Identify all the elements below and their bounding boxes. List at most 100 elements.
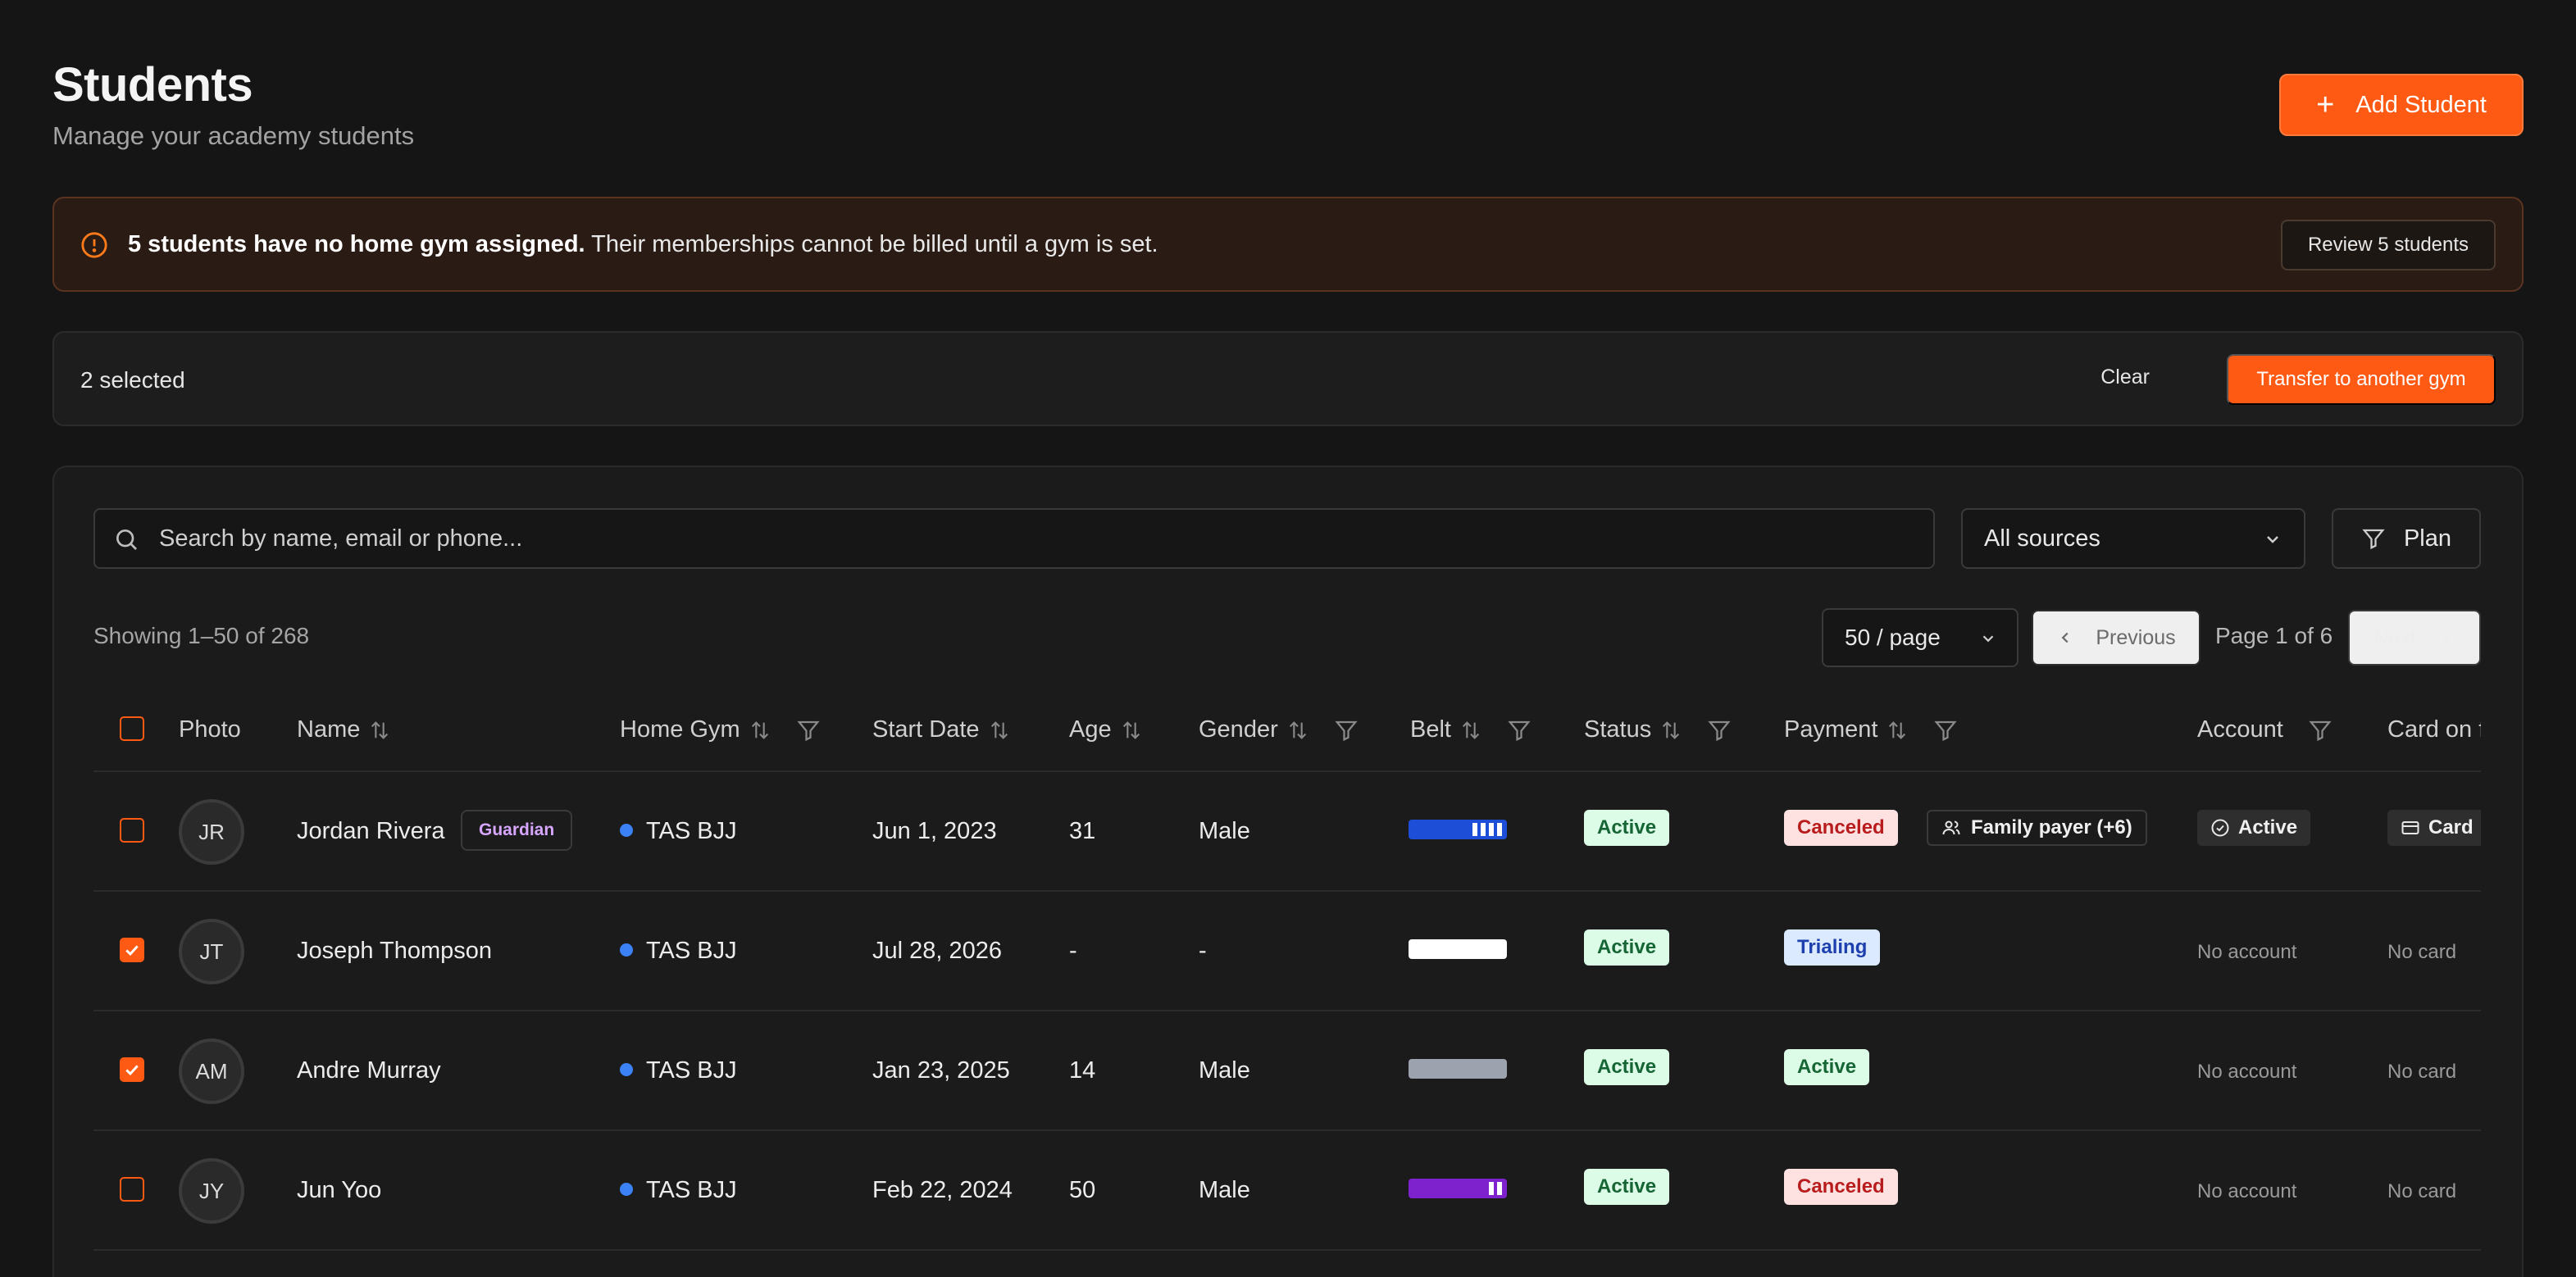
filter-icon[interactable] — [2308, 718, 2333, 743]
source-select[interactable]: All sources — [1961, 508, 2305, 569]
sort-icon[interactable] — [1886, 719, 1909, 742]
filter-icon[interactable] — [1707, 718, 1732, 743]
search-box — [93, 508, 1935, 569]
page-size-select[interactable]: 50 / page — [1822, 608, 2018, 667]
column-age-label: Age — [1069, 716, 1112, 743]
filter-icon[interactable] — [1507, 718, 1531, 743]
row-checkbox[interactable] — [120, 1057, 144, 1082]
previous-label: Previous — [2096, 625, 2176, 649]
payment-badge: Active — [1784, 1049, 1870, 1085]
student-name[interactable]: Andre Murray — [297, 1057, 441, 1084]
home-gym-value: TAS BJJ — [646, 938, 737, 964]
column-payment-label: Payment — [1784, 716, 1878, 743]
column-payment[interactable]: Payment — [1784, 716, 1958, 743]
check-circle-icon — [2211, 819, 2229, 837]
select-all-checkbox[interactable] — [120, 716, 144, 741]
transfer-gym-button[interactable]: Transfer to another gym — [2227, 354, 2496, 405]
source-select-value: All sources — [1984, 525, 2100, 552]
results-count: Showing 1–50 of 268 — [93, 623, 310, 648]
selected-count: 2 selected — [80, 367, 185, 393]
table-row[interactable]: AM Andre Murray TAS BJJ Jan 23, 2025 14 … — [93, 1011, 2481, 1131]
payment-badge: Canceled — [1784, 810, 1898, 846]
home-gym-cell: TAS BJJ — [620, 938, 737, 965]
filter-icon[interactable] — [1933, 718, 1958, 743]
sort-icon[interactable] — [1459, 719, 1482, 742]
guardian-badge: Guardian — [461, 810, 573, 851]
gym-dot-icon — [620, 1063, 633, 1077]
card-status: No card — [2387, 1061, 2457, 1083]
column-card-on-file: Card on f — [2387, 716, 2481, 743]
add-student-label: Add Student — [2355, 91, 2487, 118]
selection-bar: 2 selected Clear Transfer to another gym — [52, 331, 2524, 426]
plan-filter-button[interactable]: Plan — [2332, 508, 2481, 569]
status-badge: Active — [1584, 1169, 1670, 1205]
table-row[interactable]: JR Jordan Rivera Guardian TAS BJJ Jun 1,… — [93, 772, 2481, 892]
belt-stripes — [1489, 1182, 1502, 1195]
student-name[interactable]: Jun Yoo — [297, 1177, 381, 1204]
column-account[interactable]: Account — [2197, 716, 2333, 743]
clear-selection-button[interactable]: Clear — [2100, 366, 2150, 389]
column-home-gym-label: Home Gym — [620, 716, 740, 743]
home-gym-cell: TAS BJJ — [620, 818, 737, 845]
sort-icon[interactable] — [368, 719, 391, 742]
page-header: Students Manage your academy students + … — [52, 52, 2524, 159]
age-cell: 50 — [1069, 1177, 1096, 1203]
sort-icon[interactable] — [1120, 719, 1143, 742]
column-home-gym[interactable]: Home Gym — [620, 716, 821, 743]
belt-indicator — [1409, 1179, 1507, 1198]
gender-cell: - — [1199, 938, 1207, 964]
search-input[interactable] — [159, 510, 1914, 567]
start-date-cell: Jun 1, 2023 — [872, 818, 997, 844]
column-card-label: Card on f — [2387, 716, 2481, 743]
chevron-right-icon — [2443, 632, 2451, 643]
avatar: JR — [179, 799, 244, 865]
sort-icon[interactable] — [1286, 719, 1309, 742]
add-student-button[interactable]: + Add Student — [2279, 74, 2524, 136]
column-photo: Photo — [179, 716, 241, 743]
account-status: Active — [2238, 816, 2298, 838]
filter-icon[interactable] — [1334, 718, 1359, 743]
next-page-button[interactable]: Next — [2348, 610, 2481, 666]
filter-icon[interactable] — [796, 718, 821, 743]
family-payer-badge[interactable]: Family payer (+6) — [1927, 810, 2147, 846]
alert-circle-icon — [81, 232, 107, 258]
row-checkbox[interactable] — [120, 938, 144, 962]
column-status[interactable]: Status — [1584, 716, 1732, 743]
gym-dot-icon — [620, 824, 633, 838]
student-name[interactable]: Joseph Thompson — [297, 938, 492, 965]
card-status: No card — [2387, 941, 2457, 963]
column-start-date-label: Start Date — [872, 716, 980, 743]
status-badge: Active — [1584, 1049, 1670, 1085]
review-students-button[interactable]: Review 5 students — [2281, 220, 2496, 270]
card-status: No card — [2387, 1180, 2457, 1202]
card-status: Card — [2428, 816, 2474, 838]
start-date-cell: Jul 28, 2026 — [872, 938, 1003, 964]
column-start-date[interactable]: Start Date — [872, 716, 1011, 743]
previous-page-button[interactable]: Previous — [2032, 610, 2201, 666]
home-gym-cell: TAS BJJ — [620, 1057, 737, 1084]
column-belt[interactable]: Belt — [1410, 716, 1531, 743]
column-gender[interactable]: Gender — [1199, 716, 1359, 743]
column-name[interactable]: Name — [297, 716, 391, 743]
gender-cell: Male — [1199, 1057, 1250, 1084]
sort-icon[interactable] — [749, 719, 771, 742]
column-age[interactable]: Age — [1069, 716, 1143, 743]
sort-icon[interactable] — [1659, 719, 1682, 742]
gender-cell: Male — [1199, 1177, 1250, 1203]
age-cell: 31 — [1069, 818, 1096, 844]
warning-text: 5 students have no home gym assigned. Th… — [128, 231, 1158, 258]
avatar: AM — [179, 1038, 244, 1104]
row-checkbox[interactable] — [120, 818, 144, 843]
student-name[interactable]: Jordan Rivera — [297, 818, 445, 845]
table-row[interactable]: JT Joseph Thompson TAS BJJ Jul 28, 2026 … — [93, 892, 2481, 1011]
row-checkbox[interactable] — [120, 1177, 144, 1202]
plan-filter-label: Plan — [2403, 525, 2452, 552]
chevron-left-icon — [2061, 632, 2069, 643]
plus-icon: + — [2316, 88, 2335, 122]
table-row[interactable]: JY Jun Yoo TAS BJJ Feb 22, 2024 50 Male … — [93, 1131, 2481, 1251]
home-gym-value: TAS BJJ — [646, 1057, 737, 1084]
column-account-label: Account — [2197, 716, 2283, 743]
sort-icon[interactable] — [988, 719, 1011, 742]
chevron-down-icon — [1982, 635, 1994, 643]
column-photo-label: Photo — [179, 716, 241, 743]
